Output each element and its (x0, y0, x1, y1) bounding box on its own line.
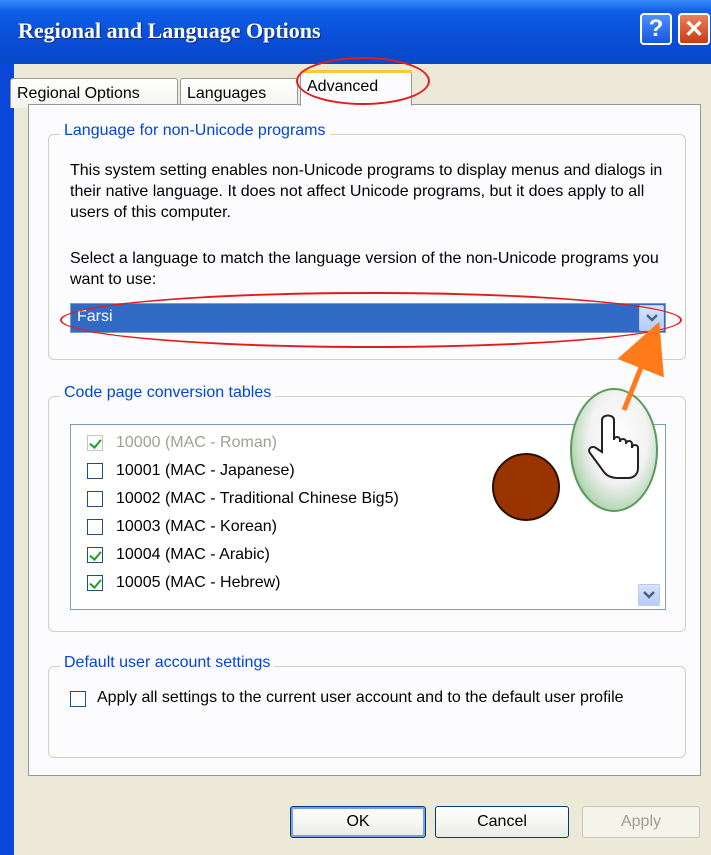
language-select-prompt: Select a language to match the language … (70, 250, 659, 288)
code-page-checkbox[interactable] (87, 575, 103, 591)
list-item-label: 10001 (MAC - Japanese) (116, 462, 295, 479)
non-unicode-description: This system setting enables non-Unicode … (70, 162, 663, 221)
click-indicator-dot (492, 453, 560, 521)
list-item[interactable]: 10000 (MAC - Roman) (87, 431, 277, 455)
code-page-checkbox[interactable] (87, 547, 103, 563)
ok-button[interactable]: OK (290, 806, 426, 838)
code-page-checkbox[interactable] (87, 463, 103, 479)
list-item-label: 10000 (MAC - Roman) (116, 434, 277, 451)
non-unicode-legend: Language for non-Unicode programs (60, 122, 330, 140)
apply-button[interactable]: Apply (582, 806, 700, 838)
list-item-label: 10003 (MAC - Korean) (116, 518, 277, 535)
list-scroll-down-button[interactable] (638, 584, 660, 606)
list-item-label: 10002 (MAC - Traditional Chinese Big5) (116, 490, 399, 507)
pointer-hand-glyph (588, 414, 639, 479)
hand-cursor-icon (570, 388, 658, 512)
apply-default-user-checkbox[interactable] (70, 691, 86, 707)
list-item[interactable]: 10002 (MAC - Traditional Chinese Big5) (87, 487, 399, 511)
list-item-label: 10004 (MAC - Arabic) (116, 546, 270, 563)
code-page-checkbox[interactable] (87, 435, 103, 451)
language-dropdown-highlight (60, 292, 682, 348)
list-item[interactable]: 10001 (MAC - Japanese) (87, 459, 295, 483)
default-user-legend: Default user account settings (60, 654, 275, 672)
code-page-checkbox[interactable] (87, 491, 103, 507)
title-bar[interactable]: Regional and Language Options ? ✕ (0, 0, 711, 64)
advanced-tab-highlight (296, 57, 430, 105)
list-item[interactable]: 10004 (MAC - Arabic) (87, 543, 270, 567)
chevron-down-icon (643, 591, 655, 599)
question-mark-icon: ? (648, 15, 664, 42)
code-page-checkbox[interactable] (87, 519, 103, 535)
help-button[interactable]: ? (640, 13, 672, 45)
list-item[interactable]: 10003 (MAC - Korean) (87, 515, 277, 539)
close-button[interactable]: ✕ (678, 13, 710, 45)
code-page-legend: Code page conversion tables (60, 384, 276, 402)
list-item-label: 10005 (MAC - Hebrew) (116, 574, 281, 591)
default-user-group (48, 666, 686, 758)
cancel-button[interactable]: Cancel (435, 806, 569, 838)
close-icon: ✕ (683, 15, 705, 43)
list-item[interactable]: 10005 (MAC - Hebrew) (87, 571, 281, 595)
window-title: Regional and Language Options (18, 18, 321, 43)
apply-default-user-label[interactable]: Apply all settings to the current user a… (97, 687, 657, 708)
